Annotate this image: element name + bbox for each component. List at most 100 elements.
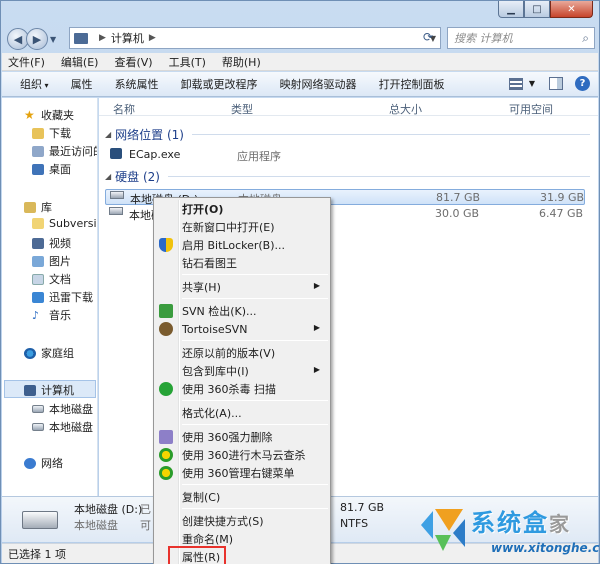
nav-libraries[interactable]: 库: [24, 199, 52, 215]
menu-svn-checkout[interactable]: SVN 检出(K)...: [156, 302, 328, 320]
address-bar[interactable]: ▶ 计算机 ▶ ▼: [69, 27, 441, 49]
collapse-icon[interactable]: ◢: [105, 130, 111, 139]
nav-item-pictures[interactable]: 图片: [32, 253, 71, 269]
menu-diamond-viewer[interactable]: 钻石看图王: [156, 254, 328, 272]
view-dropdown-icon[interactable]: ▼: [529, 79, 535, 88]
menu-open[interactable]: 打开(O): [156, 200, 328, 218]
menu-tortoisesvn[interactable]: TortoiseSVN ▶: [156, 320, 328, 338]
details-total-size: 81.7 GB: [340, 501, 385, 514]
hard-disk-large-icon: [22, 511, 58, 529]
nav-label: 计算机: [41, 384, 74, 397]
menu-bitlocker[interactable]: 启用 BitLocker(B)...: [156, 236, 328, 254]
nav-label: 迅雷下载: [49, 291, 93, 304]
svn-checkout-icon: [159, 304, 173, 318]
menu-include-in-library[interactable]: 包含到库中(I) ▶: [156, 362, 328, 380]
menu-label: 钻石看图王: [182, 257, 237, 270]
nav-label: 图片: [49, 255, 71, 268]
nav-item-downloads[interactable]: 下载: [32, 125, 71, 141]
menu-file[interactable]: 文件(F): [8, 54, 45, 70]
menu-create-shortcut[interactable]: 创建快捷方式(S): [156, 512, 328, 530]
menu-separator: [182, 424, 328, 425]
menu-format[interactable]: 格式化(A)...: [156, 404, 328, 422]
column-type[interactable]: 类型: [231, 101, 253, 117]
hard-disk-icon: [110, 191, 124, 199]
menu-360-force-delete[interactable]: 使用 360强力删除: [156, 428, 328, 446]
menu-tools[interactable]: 工具(T): [169, 54, 206, 70]
nav-network[interactable]: 网络: [24, 455, 63, 471]
application-icon: [110, 148, 122, 159]
minimize-button[interactable]: ▁: [498, 1, 524, 18]
chevron-right-icon[interactable]: ▶: [99, 33, 106, 43]
nav-favorites[interactable]: ★ 收藏夹: [24, 107, 74, 123]
pictures-icon: [32, 255, 44, 267]
menu-separator: [182, 298, 328, 299]
menu-edit[interactable]: 编辑(E): [61, 54, 99, 70]
organize-button[interactable]: 组织: [20, 76, 49, 92]
forward-button[interactable]: ▶: [26, 28, 48, 50]
nav-item-documents[interactable]: 文档: [32, 271, 71, 287]
group-network-location[interactable]: ◢ 网络位置 (1): [105, 126, 590, 143]
group-label: 网络位置 (1): [115, 128, 184, 142]
star-icon: ★: [24, 108, 35, 122]
refresh-icon[interactable]: ⟳: [423, 30, 433, 44]
search-icon[interactable]: ⌕: [582, 31, 589, 46]
address-segment-computer[interactable]: 计算机: [111, 30, 144, 46]
nav-item-drive-d[interactable]: 本地磁盘 (D: [32, 419, 97, 435]
nav-item-thunder-downloads[interactable]: 迅雷下载: [32, 289, 93, 305]
item-free: 6.47 GB: [539, 207, 584, 220]
help-icon[interactable]: ?: [575, 76, 590, 91]
hard-disk-icon: [109, 207, 123, 215]
menu-help[interactable]: 帮助(H): [222, 54, 261, 70]
menu-view[interactable]: 查看(V): [114, 54, 152, 70]
collapse-icon[interactable]: ◢: [105, 172, 111, 181]
search-input[interactable]: 搜索 计算机 ⌕: [447, 27, 595, 49]
menu-open-new-window[interactable]: 在新窗口中打开(E): [156, 218, 328, 236]
menu-separator: [182, 274, 328, 275]
nav-item-drive-c[interactable]: 本地磁盘 (C: [32, 401, 97, 417]
menu-share[interactable]: 共享(H) ▶: [156, 278, 328, 296]
nav-label: 网络: [41, 457, 63, 470]
nav-homegroup[interactable]: 家庭组: [24, 345, 74, 361]
nav-label: 下载: [49, 127, 71, 140]
menu-360-trojan-cloud[interactable]: 使用 360进行木马云查杀: [156, 446, 328, 464]
group-divider: [167, 176, 590, 177]
preview-pane-icon[interactable]: [549, 77, 563, 90]
nav-item-desktop[interactable]: 桌面: [32, 161, 71, 177]
nav-item-subversion[interactable]: Subversion: [32, 217, 97, 230]
system-properties-button[interactable]: 系统属性: [115, 76, 159, 92]
uninstall-program-button[interactable]: 卸载或更改程序: [181, 76, 258, 92]
properties-button[interactable]: 属性: [71, 76, 93, 92]
list-item[interactable]: ECap.exe 应用程序: [105, 147, 585, 163]
network-icon: [24, 457, 36, 469]
nav-item-recent[interactable]: 最近访问的: [32, 143, 97, 159]
maximize-button[interactable]: □: [524, 1, 550, 18]
close-button[interactable]: ✕: [550, 1, 593, 18]
nav-label: 最近访问的: [49, 145, 97, 158]
nav-item-music[interactable]: ♪ 音乐: [32, 307, 71, 323]
menu-360-scan[interactable]: 使用 360杀毒 扫描: [156, 380, 328, 398]
menu-360-manage-context[interactable]: 使用 360管理右键菜单: [156, 464, 328, 482]
group-hard-disks[interactable]: ◢ 硬盘 (2): [105, 168, 590, 185]
details-used-label: 已: [140, 503, 151, 516]
column-name[interactable]: 名称: [113, 101, 135, 117]
map-network-drive-button[interactable]: 映射网络驱动器: [280, 76, 357, 92]
menu-bar: 文件(F) 编辑(E) 查看(V) 工具(T) 帮助(H): [2, 53, 598, 71]
menu-separator: [182, 400, 328, 401]
menu-restore-versions[interactable]: 还原以前的版本(V): [156, 344, 328, 362]
history-dropdown-icon[interactable]: ▼: [50, 35, 60, 44]
chevron-right-icon[interactable]: ▶: [149, 33, 156, 43]
column-free-space[interactable]: 可用空间: [509, 101, 553, 117]
nav-computer[interactable]: 计算机: [24, 382, 74, 398]
watermark-title-suffix: 家: [549, 512, 571, 536]
view-options-icon[interactable]: [508, 77, 523, 90]
menu-copy[interactable]: 复制(C): [156, 488, 328, 506]
360-manage-icon: [159, 466, 173, 480]
download-folder-icon: [32, 127, 44, 139]
menu-label: 使用 360杀毒 扫描: [182, 383, 276, 396]
open-control-panel-button[interactable]: 打开控制面板: [379, 76, 445, 92]
hard-disk-icon: [32, 405, 44, 413]
nav-item-videos[interactable]: 视频: [32, 235, 71, 251]
column-total-size[interactable]: 总大小: [389, 101, 422, 117]
documents-icon: [32, 273, 44, 285]
nav-label: 本地磁盘 (C: [49, 403, 97, 416]
